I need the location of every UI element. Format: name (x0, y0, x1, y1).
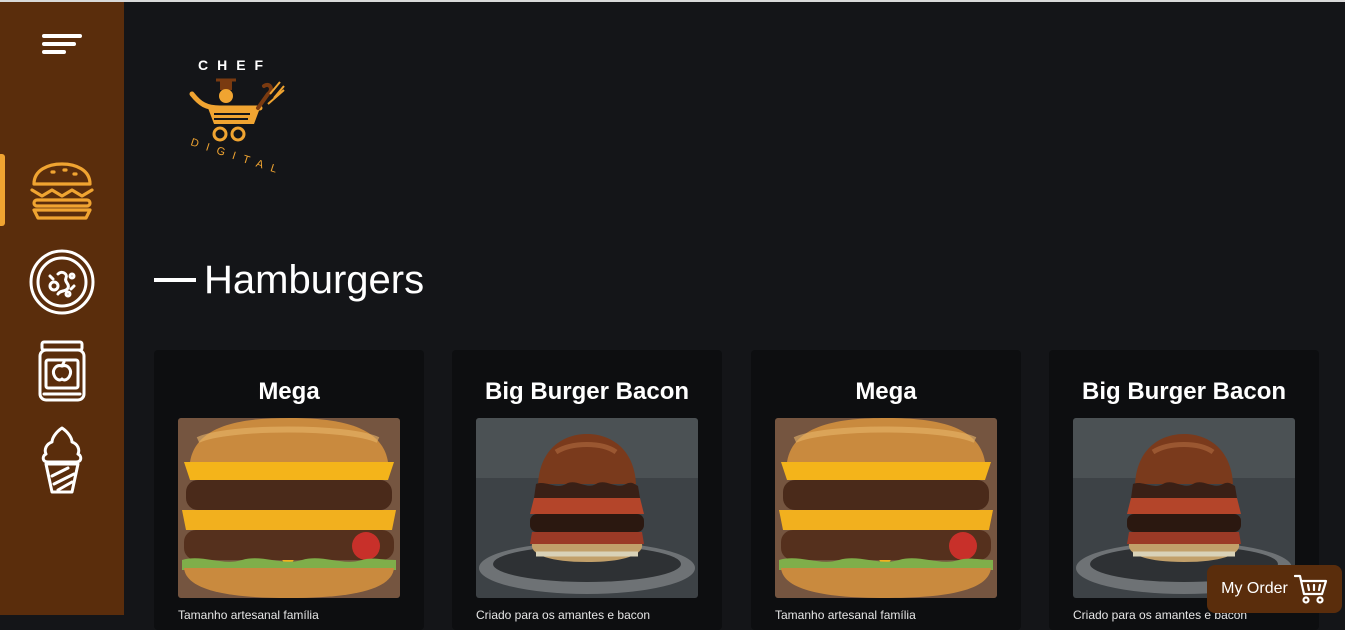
drink-can-icon (38, 340, 86, 402)
sidebar-item-drinks[interactable] (0, 334, 124, 406)
product-card[interactable]: Mega Tamanho artesanal família (751, 350, 1021, 630)
sidebar-item-burgers[interactable] (0, 154, 124, 226)
product-name: Mega (258, 378, 320, 405)
pizza-icon (29, 249, 95, 315)
product-name: Big Burger Bacon (484, 378, 690, 405)
title-dash (154, 278, 196, 282)
window-top-border (0, 0, 1345, 2)
product-description: Tamanho artesanal família (178, 608, 319, 622)
menu-icon[interactable] (40, 32, 84, 58)
product-photo-mega (775, 418, 997, 598)
sidebar (0, 2, 124, 615)
sidebar-item-desserts[interactable] (0, 420, 124, 494)
product-name: Mega (855, 378, 917, 405)
sidebar-item-pizza[interactable] (0, 244, 124, 316)
section-header: Hamburgers (154, 254, 424, 306)
product-photo-big-burger-bacon (476, 418, 698, 598)
ice-cream-icon (41, 426, 83, 494)
section-title: Hamburgers (204, 257, 425, 302)
my-order-label: My Order (1221, 580, 1288, 597)
product-card[interactable]: Mega Tamanho artesanal família (154, 350, 424, 630)
cart-icon (1293, 574, 1327, 604)
product-description: Criado para os amantes e bacon (476, 608, 651, 622)
product-photo-mega (178, 418, 400, 598)
burger-icon (30, 162, 94, 220)
svg-text:CHEF: CHEF (198, 57, 272, 73)
chef-digital-logo: CHEF DIGITAL (170, 46, 300, 178)
svg-text:DIGITAL: DIGITAL (189, 136, 286, 176)
product-description: Tamanho artesanal família (775, 608, 916, 622)
product-name: Big Burger Bacon (1081, 378, 1287, 405)
product-card[interactable]: Big Burger Bacon Criado para os amantes … (452, 350, 722, 630)
my-order-button[interactable]: My Order (1207, 565, 1342, 613)
